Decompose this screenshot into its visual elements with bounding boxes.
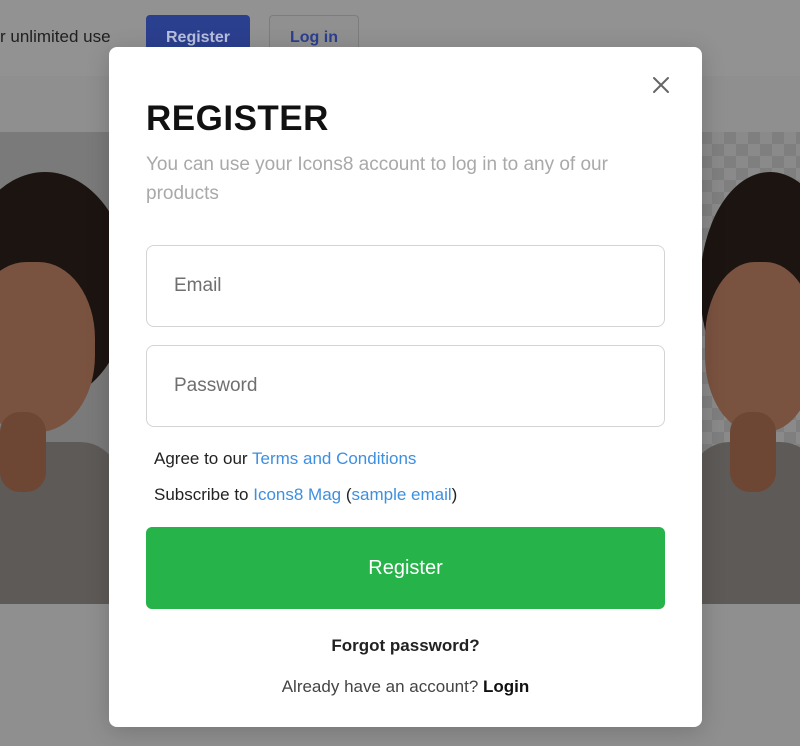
password-input[interactable] (147, 346, 664, 426)
login-prompt: Already have an account? Login (109, 677, 702, 697)
subscribe-prefix: Subscribe to (154, 485, 254, 504)
background-photo-left (0, 132, 120, 604)
subscribe-line: Subscribe to Icons8 Mag (sample email) (154, 485, 457, 505)
icons8-mag-link[interactable]: Icons8 Mag (253, 485, 341, 504)
close-icon (653, 77, 669, 93)
register-modal: REGISTER You can use your Icons8 account… (109, 47, 702, 727)
terms-prefix: Agree to our (154, 449, 252, 468)
sample-email-link[interactable]: sample email (352, 485, 452, 504)
already-text: Already have an account? (281, 677, 484, 696)
modal-subtitle: You can use your Icons8 account to log i… (146, 154, 608, 204)
close-button[interactable] (649, 73, 673, 97)
email-field-box (146, 245, 665, 327)
forgot-password-link[interactable]: Forgot password? (109, 636, 702, 656)
login-link[interactable]: Login (483, 677, 529, 696)
terms-link[interactable]: Terms and Conditions (252, 449, 416, 468)
email-input[interactable] (147, 246, 664, 326)
background-photo-right (700, 132, 800, 604)
password-field-box (146, 345, 665, 427)
paren-open: ( (341, 485, 352, 504)
background-promo-text: r unlimited use (0, 27, 111, 46)
register-button[interactable]: Register (146, 527, 665, 609)
terms-agreement: Agree to our Terms and Conditions (154, 449, 416, 469)
paren-close: ) (451, 485, 458, 504)
modal-title: REGISTER (146, 99, 329, 138)
